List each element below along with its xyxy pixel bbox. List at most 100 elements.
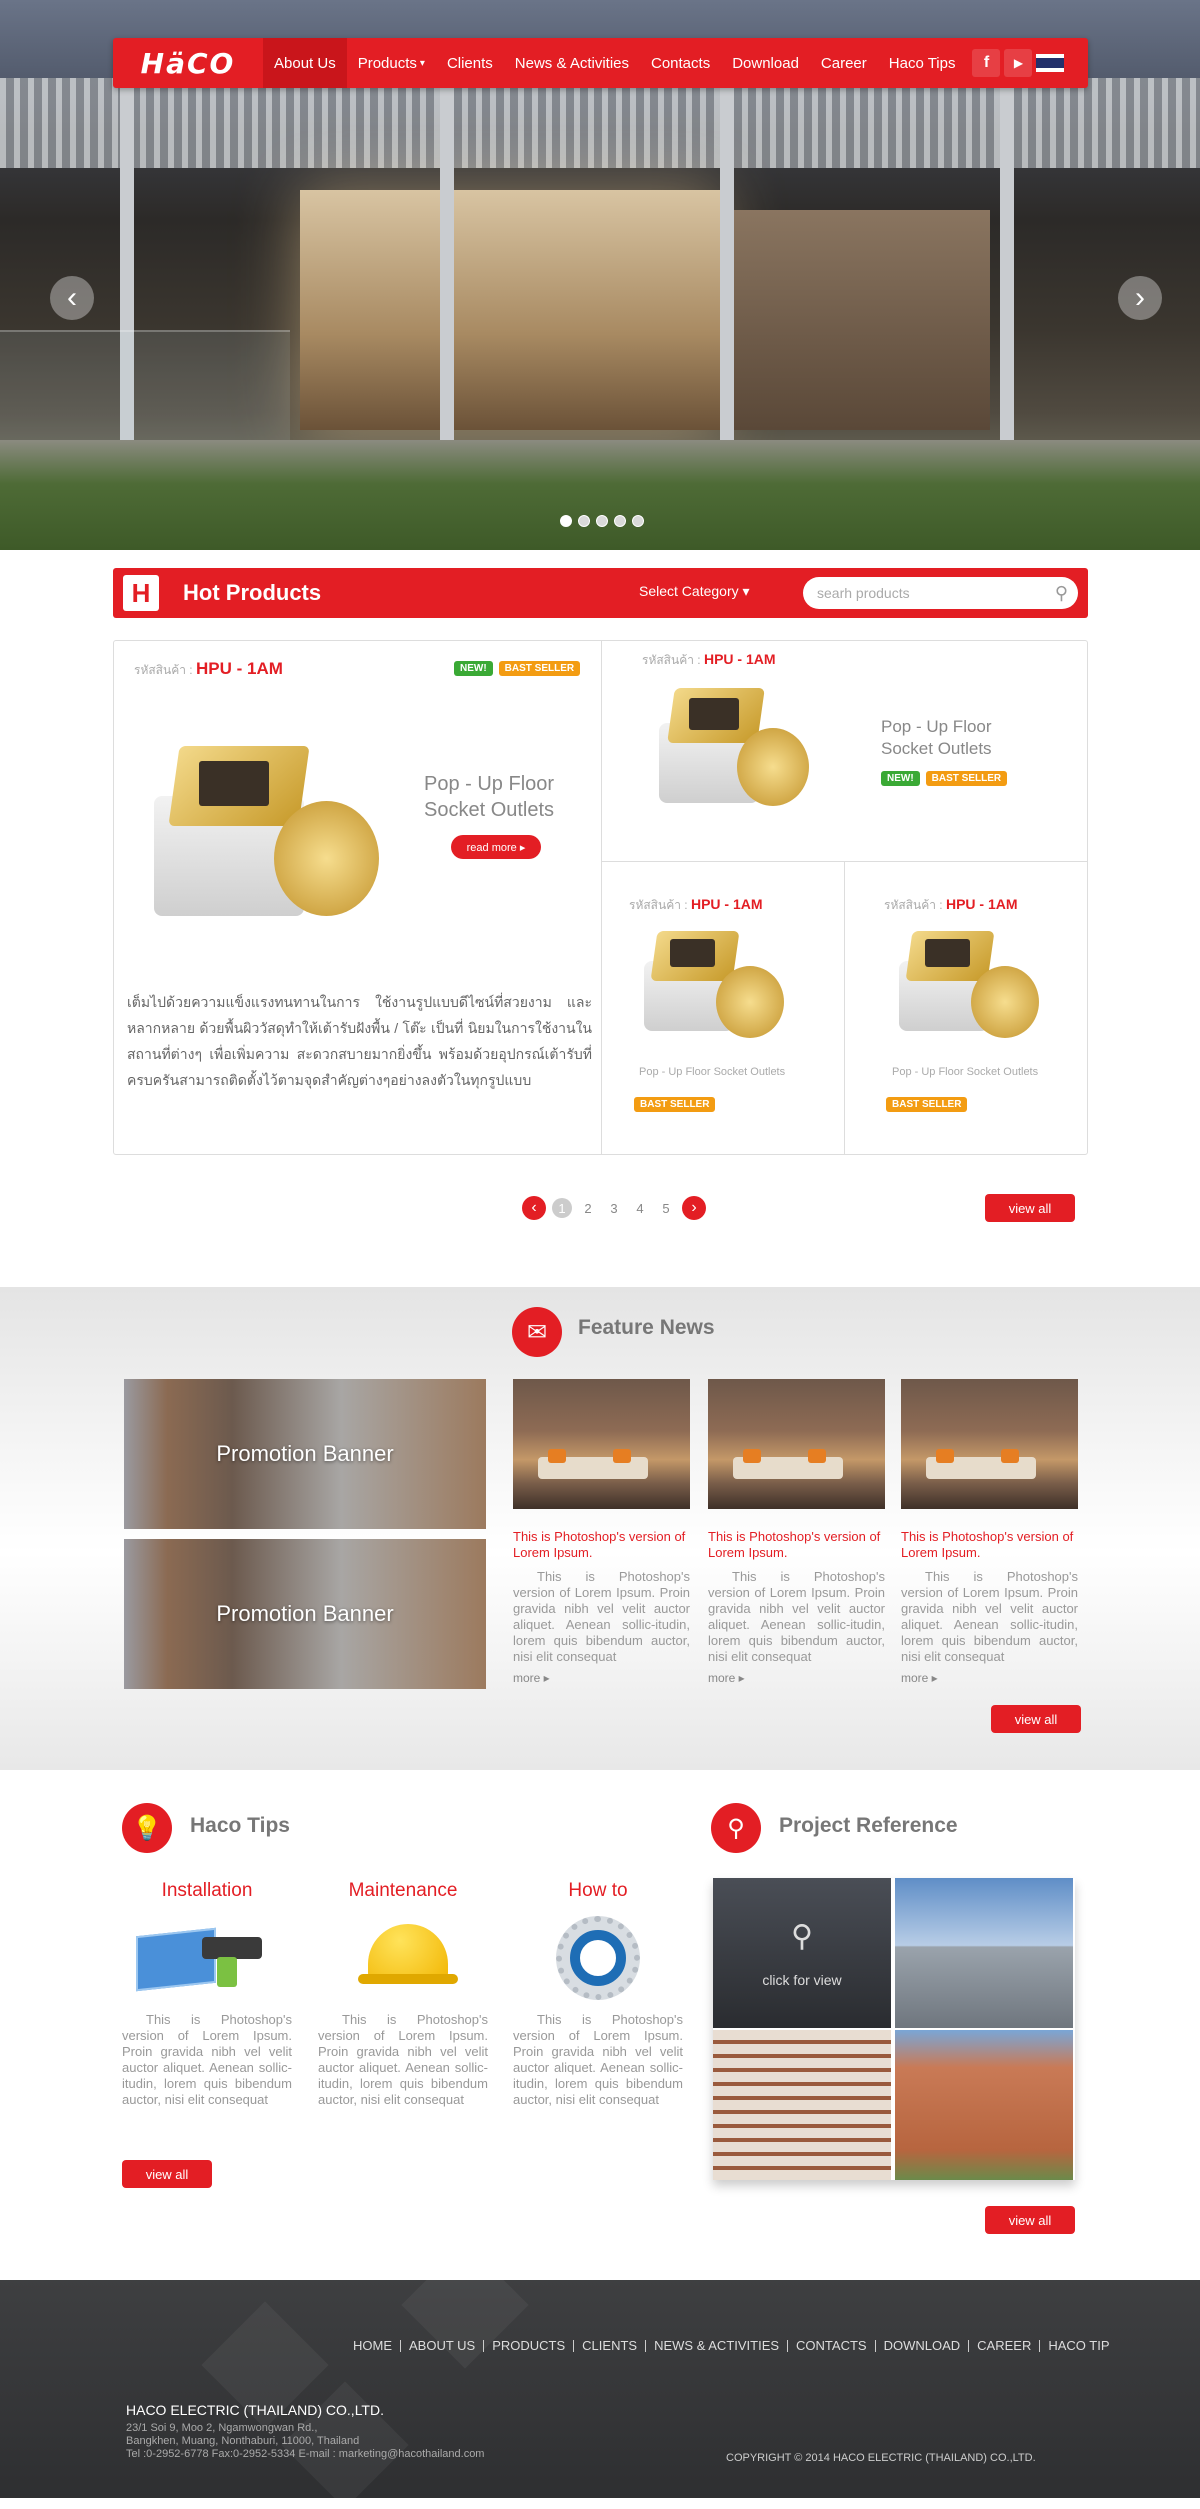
- search-icon[interactable]: ⚲: [1055, 583, 1068, 604]
- socket-cover: [716, 966, 784, 1038]
- product-card-top-right[interactable]: รหัสสินค้า : HPU - 1AM: [642, 651, 776, 670]
- best-seller-badge: BAST SELLER: [925, 771, 1008, 786]
- products-view-all-button[interactable]: view all: [985, 1194, 1075, 1222]
- footer-company-name: HACO ELECTRIC (THAILAND) CO.,LTD.: [126, 2402, 384, 2418]
- tip-title[interactable]: Installation: [122, 1880, 292, 1902]
- hero-dot[interactable]: [578, 515, 590, 527]
- nav-career[interactable]: Career: [810, 38, 878, 88]
- news-thumbnail[interactable]: [708, 1379, 885, 1509]
- nav-about-us[interactable]: About Us: [263, 38, 347, 88]
- pager-page[interactable]: 2: [578, 1198, 598, 1218]
- socket-recess: [199, 761, 269, 806]
- news-card[interactable]: This is Photoshop's version of Lorem Ips…: [708, 1379, 885, 1685]
- hero-pergola: [0, 78, 1200, 168]
- hero-post: [440, 75, 454, 475]
- hero-prev-arrow[interactable]: ‹: [50, 276, 94, 320]
- footer-link-products[interactable]: PRODUCTS: [484, 2339, 575, 2352]
- news-title[interactable]: This is Photoshop's version of Lorem Ips…: [513, 1529, 690, 1561]
- product-image-socket[interactable]: [899, 926, 1059, 1041]
- pager-page[interactable]: 5: [656, 1198, 676, 1218]
- chevron-down-icon: ▾: [419, 57, 425, 69]
- project-view-all-button[interactable]: view all: [985, 2206, 1075, 2234]
- product-code-prefix: รหัสสินค้า :: [642, 653, 704, 667]
- footer-link-career[interactable]: CAREER: [969, 2339, 1041, 2352]
- featured-product-card[interactable]: รหัสสินค้า : HPU - 1AM: [134, 659, 283, 680]
- product-badges: BAST SELLER: [886, 1094, 968, 1112]
- news-view-all-button[interactable]: view all: [991, 1705, 1081, 1733]
- youtube-icon[interactable]: ▶: [1004, 49, 1033, 77]
- project-thumb-tower[interactable]: [895, 1878, 1073, 2028]
- product-name-line: Socket Outlets: [881, 739, 992, 759]
- haco-logo[interactable]: HäCO: [113, 38, 263, 88]
- promotion-banner[interactable]: Promotion Banner: [124, 1379, 486, 1529]
- tip-title[interactable]: How to: [513, 1880, 683, 1902]
- chat-bubble-icon: ✉: [512, 1307, 562, 1357]
- pager-prev-icon[interactable]: ‹: [522, 1196, 546, 1220]
- pager-page[interactable]: 3: [604, 1198, 624, 1218]
- project-gallery: ⚲ click for view: [713, 1878, 1075, 2180]
- product-card-bottom-left[interactable]: รหัสสินค้า : HPU - 1AM: [629, 896, 763, 915]
- footer-link-clients[interactable]: CLIENTS: [574, 2339, 647, 2352]
- pager-next-icon[interactable]: ›: [682, 1196, 706, 1220]
- tip-title[interactable]: Maintenance: [318, 1880, 488, 1902]
- grid-divider: [844, 861, 845, 1154]
- thai-flag-icon[interactable]: [1036, 49, 1065, 77]
- nav-haco-tips[interactable]: Haco Tips: [878, 38, 967, 88]
- news-title[interactable]: This is Photoshop's version of Lorem Ips…: [901, 1529, 1078, 1561]
- tips-view-all-button[interactable]: view all: [122, 2160, 212, 2188]
- product-image-socket[interactable]: [659, 683, 819, 813]
- nav-contacts[interactable]: Contacts: [640, 38, 721, 88]
- news-card[interactable]: This is Photoshop's version of Lorem Ips…: [513, 1379, 690, 1685]
- pager-page[interactable]: 1: [552, 1198, 572, 1218]
- site-footer: HOME ABOUT US PRODUCTS CLIENTS NEWS & AC…: [0, 2241, 1200, 2509]
- promotion-banner[interactable]: Promotion Banner: [124, 1539, 486, 1689]
- socket-cover: [971, 966, 1039, 1038]
- project-thumb-condo[interactable]: [895, 2030, 1073, 2180]
- hero-dot[interactable]: [632, 515, 644, 527]
- hero-next-arrow[interactable]: ›: [1118, 276, 1162, 320]
- grid-divider: [602, 861, 1088, 862]
- news-thumbnail[interactable]: [901, 1379, 1078, 1509]
- news-body: This is Photoshop's version of Lorem Ips…: [901, 1569, 1078, 1664]
- magnifier-icon: ⚲: [791, 1919, 813, 1953]
- product-search-input[interactable]: searh products ⚲: [803, 577, 1078, 609]
- gear-icon: [513, 1902, 683, 2012]
- news-thumbnail[interactable]: [513, 1379, 690, 1509]
- product-image-socket[interactable]: [154, 736, 384, 926]
- news-more-link[interactable]: more ▸: [901, 1671, 1078, 1685]
- hero-dot[interactable]: [596, 515, 608, 527]
- tip-card-maintenance[interactable]: Maintenance This is Photoshop's version …: [318, 1880, 488, 2108]
- news-title[interactable]: This is Photoshop's version of Lorem Ips…: [708, 1529, 885, 1561]
- grid-divider: [601, 641, 602, 1154]
- best-seller-badge: BAST SELLER: [886, 1097, 968, 1112]
- hero-interior-light: [300, 190, 720, 430]
- lightbulb-icon: 💡: [122, 1803, 172, 1853]
- footer-link-haco-tip[interactable]: HACO TIP: [1040, 2339, 1117, 2352]
- footer-link-news[interactable]: NEWS & ACTIVITIES: [646, 2339, 789, 2352]
- nav-products[interactable]: Products ▾: [347, 38, 436, 88]
- news-card[interactable]: This is Photoshop's version of Lorem Ips…: [901, 1379, 1078, 1685]
- pager-page[interactable]: 4: [630, 1198, 650, 1218]
- footer-link-about[interactable]: ABOUT US: [401, 2339, 485, 2352]
- tip-card-how-to[interactable]: How to This is Photoshop's version of Lo…: [513, 1880, 683, 2108]
- hero-dot[interactable]: [614, 515, 626, 527]
- read-more-button[interactable]: read more ▸: [451, 835, 541, 859]
- facebook-icon[interactable]: f: [972, 49, 1001, 77]
- nav-clients[interactable]: Clients: [436, 38, 504, 88]
- news-more-link[interactable]: more ▸: [513, 1671, 690, 1685]
- featured-product-description: เต็มไปด้วยความแข็งแรงทนทานในการ ใช้งานรู…: [127, 994, 592, 1088]
- project-thumb-click-for-view[interactable]: ⚲ click for view: [713, 1878, 891, 2028]
- footer-link-home[interactable]: HOME: [345, 2339, 401, 2352]
- tip-card-installation[interactable]: Installation This is Photoshop's version…: [122, 1880, 292, 2108]
- footer-link-contacts[interactable]: CONTACTS: [788, 2339, 876, 2352]
- product-card-bottom-right[interactable]: รหัสสินค้า : HPU - 1AM: [884, 896, 1018, 915]
- nav-download[interactable]: Download: [721, 38, 810, 88]
- footer-link-download[interactable]: DOWNLOAD: [876, 2339, 970, 2352]
- news-more-link[interactable]: more ▸: [708, 1671, 885, 1685]
- hero-dot[interactable]: [560, 515, 572, 527]
- product-image-socket[interactable]: [644, 926, 804, 1041]
- nav-news-activities[interactable]: News & Activities: [504, 38, 640, 88]
- select-category-dropdown[interactable]: Select Category ▾: [639, 583, 750, 600]
- footer-address-line: Bangkhen, Muang, Nonthaburi, 11000, Thai…: [126, 2435, 360, 2447]
- project-thumb-apartment[interactable]: [713, 2030, 891, 2180]
